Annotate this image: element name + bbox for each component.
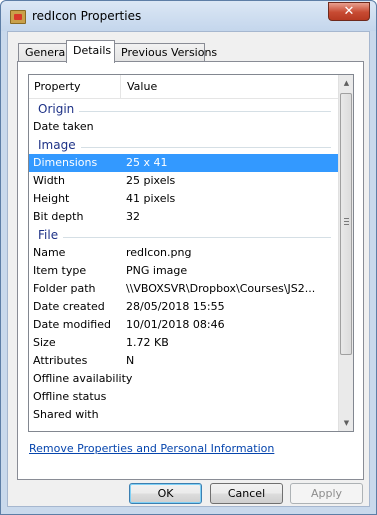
property-value: 25 x 41 (126, 156, 168, 169)
group-header-file: File (29, 226, 339, 244)
property-name: Height (33, 192, 70, 205)
property-name: Offline status (33, 390, 107, 403)
property-name: Item type (33, 264, 87, 277)
property-value: 32 (126, 210, 140, 223)
property-value: 28/05/2018 15:55 (126, 300, 225, 313)
column-header-value[interactable]: Value (122, 75, 339, 99)
list-item[interactable]: Bit depth 32 (29, 208, 339, 226)
property-name: Dimensions (33, 156, 98, 169)
list-item[interactable]: Folder path \\VBOXSVR\Dropbox\Courses\JS… (29, 280, 339, 298)
list-item-selected[interactable]: Dimensions 25 x 41 (29, 154, 339, 172)
list-item[interactable]: Date created 28/05/2018 15:55 (29, 298, 339, 316)
window-title: redIcon Properties (32, 9, 142, 23)
scrollbar-thumb[interactable] (340, 93, 352, 355)
list-header: Property Value (29, 75, 339, 99)
property-value: 25 pixels (126, 174, 176, 187)
property-value: 1.72 KB (126, 336, 169, 349)
list-item[interactable]: Name redIcon.png (29, 244, 339, 262)
group-header-image: Image (29, 136, 339, 154)
list-item[interactable]: Attributes N (29, 352, 339, 370)
property-value: N (126, 354, 135, 367)
property-name: Name (33, 246, 66, 259)
properties-window: redIcon Properties ✕ General Details Pre… (0, 0, 377, 515)
property-value: 41 pixels (126, 192, 176, 205)
list-item[interactable]: Height 41 pixels (29, 190, 339, 208)
property-name: Shared with (33, 408, 99, 421)
close-button[interactable]: ✕ (328, 2, 370, 21)
list-item[interactable]: Item type PNG image (29, 262, 339, 280)
ok-button[interactable]: OK (129, 483, 202, 504)
property-name: Size (33, 336, 56, 349)
list-item[interactable]: Size 1.72 KB (29, 334, 339, 352)
property-name: Width (33, 174, 65, 187)
property-name: Date taken (33, 120, 94, 133)
properties-list[interactable]: Property Value Origin Date taken Image D… (28, 74, 354, 432)
arrow-down-icon[interactable]: ▼ (339, 415, 353, 431)
list-item[interactable]: Date modified 10/01/2018 08:46 (29, 316, 339, 334)
title-bar[interactable]: redIcon Properties ✕ (1, 1, 376, 31)
tab-previous-versions[interactable]: Previous Versions (114, 43, 217, 62)
group-label: Origin (38, 102, 80, 116)
details-panel: Property Value Origin Date taken Image D… (17, 61, 364, 480)
property-value: redIcon.png (126, 246, 192, 259)
dialog-body: General Details Previous Versions Proper… (7, 31, 370, 507)
property-name: Offline availability (33, 372, 133, 385)
arrow-up-icon[interactable]: ▲ (339, 75, 353, 91)
list-item[interactable]: Width 25 pixels (29, 172, 339, 190)
property-name: Date modified (33, 318, 111, 331)
group-label: File (38, 228, 64, 242)
property-name: Date created (33, 300, 105, 313)
list-item[interactable]: Offline availability (29, 370, 339, 388)
list-item[interactable]: Date taken (29, 118, 339, 136)
apply-button[interactable]: Apply (290, 483, 363, 504)
property-value: \\VBOXSVR\Dropbox\Courses\JS2... (126, 282, 316, 295)
tab-details[interactable]: Details (66, 40, 115, 63)
property-name: Bit depth (33, 210, 84, 223)
property-name: Folder path (33, 282, 96, 295)
image-file-icon (10, 10, 26, 24)
group-label: Image (38, 138, 81, 152)
property-value: 10/01/2018 08:46 (126, 318, 225, 331)
list-item[interactable]: Shared with (29, 406, 339, 424)
cancel-button[interactable]: Cancel (210, 483, 283, 504)
list-item[interactable]: Offline status (29, 388, 339, 406)
property-value: PNG image (126, 264, 188, 277)
property-name: Attributes (33, 354, 88, 367)
tab-general[interactable]: General (18, 43, 68, 62)
remove-properties-link[interactable]: Remove Properties and Personal Informati… (29, 442, 274, 455)
vertical-scrollbar[interactable]: ▲ ▼ (338, 75, 353, 431)
list-body: Origin Date taken Image Dimensions 25 x … (29, 100, 339, 431)
group-header-origin: Origin (29, 100, 339, 118)
grip-icon (344, 218, 349, 226)
column-header-property[interactable]: Property (29, 75, 121, 99)
